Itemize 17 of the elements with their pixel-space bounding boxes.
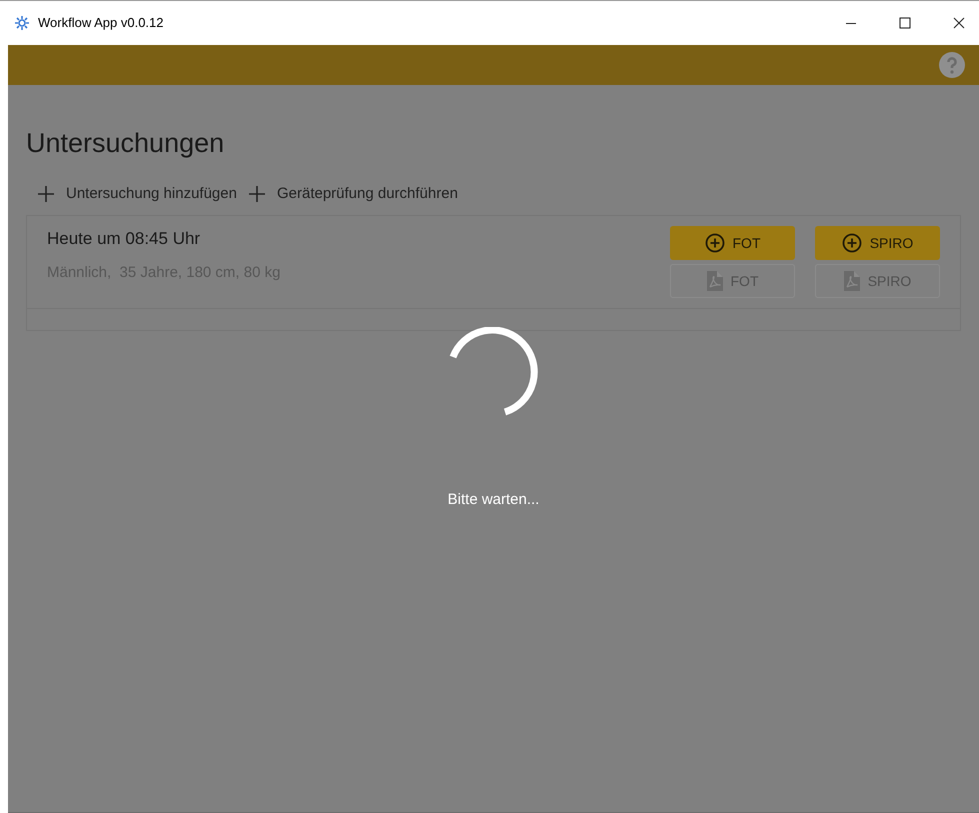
add-action-button[interactable]: Geräteprüfung durchführen: [248, 182, 458, 206]
loading-message: Bitte warten...: [448, 490, 540, 510]
close-icon[interactable]: [953, 17, 965, 29]
maximize-icon[interactable]: [899, 17, 911, 29]
plus-icon: [248, 186, 265, 202]
pdf-file-icon: [844, 271, 860, 292]
add-measurement-button[interactable]: FOT: [670, 226, 795, 260]
examination-time: Heute um 08:45 Uhr: [47, 228, 202, 250]
page-title: Untersuchungen: [26, 127, 226, 160]
app-logo-icon: [14, 15, 30, 31]
plus-circle-icon: [704, 233, 724, 254]
add-measurement-button[interactable]: SPIRO: [815, 226, 940, 260]
plus-icon: [38, 186, 54, 202]
pdf-file-icon: [706, 271, 722, 292]
plus-circle-icon: [842, 233, 862, 254]
window-title: Workflow App v0.0.12: [38, 14, 164, 32]
add-action-button[interactable]: Untersuchung hinzufügen: [38, 182, 237, 206]
